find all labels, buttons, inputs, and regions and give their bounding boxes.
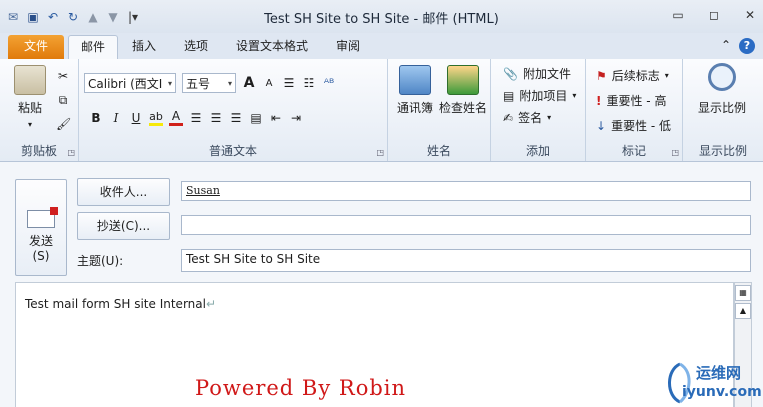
to-button[interactable]: 收件人... (77, 178, 170, 206)
minimize-icon[interactable]: ▭ (671, 8, 685, 22)
check-names-button[interactable]: 检查姓名 (438, 65, 488, 116)
grow-font-icon[interactable]: A (242, 75, 256, 91)
watermark-line1: 运维网 (696, 364, 742, 382)
group-clipboard: 粘贴 ▾ ✂ ⧉ 🖌 剪贴板 ◳ (0, 59, 79, 161)
low-importance-button[interactable]: ↓ 重要性 - 低 (596, 117, 671, 134)
to-field[interactable]: Susan (181, 181, 751, 201)
group-zoom: 显示比例 显示比例 (683, 59, 763, 161)
decrease-indent-icon[interactable]: ⇤ (269, 111, 283, 125)
paperclip-icon: 📎 (503, 66, 518, 81)
low-importance-icon: ↓ (596, 118, 607, 133)
underline-button[interactable]: U (129, 111, 143, 125)
send-icon (27, 207, 58, 228)
tab-format-text[interactable]: 设置文本格式 (236, 35, 308, 59)
group-label-clipboard: 剪贴板 (20, 144, 57, 158)
copy-icon[interactable]: ⧉ (56, 93, 70, 108)
group-label-basic-text: 普通文本 (208, 144, 257, 158)
window-title: Test SH Site to SH Site - 邮件 (HTML) (264, 12, 499, 27)
body-text: Test mail form SH site Internal↵ (25, 297, 217, 311)
justify-icon[interactable]: ▤ (249, 111, 263, 125)
ribbon-tabs: 文件 邮件 插入 选项 设置文本格式 审阅 ⌃ ? (0, 33, 763, 60)
attach-item-icon: ▤ (503, 88, 515, 103)
group-label-names: 姓名 (426, 144, 451, 158)
tab-options[interactable]: 选项 (184, 35, 208, 59)
send-button[interactable]: 发送 (S) (15, 179, 67, 276)
dialog-launcher-icon[interactable]: ◳ (671, 148, 679, 157)
tab-insert[interactable]: 插入 (132, 35, 156, 59)
bold-button[interactable]: B (89, 111, 103, 125)
cc-button[interactable]: 抄送(C)... (77, 212, 170, 240)
bullets-icon[interactable]: ☰ (282, 76, 296, 90)
tab-review[interactable]: 审阅 (336, 35, 360, 59)
close-icon[interactable]: ✕ (743, 8, 757, 22)
cc-field[interactable] (181, 215, 751, 235)
cut-icon[interactable]: ✂ (56, 69, 70, 83)
tab-mail[interactable]: 邮件 (68, 35, 118, 60)
maximize-icon[interactable]: ◻ (707, 8, 721, 22)
ruler-toggle-icon[interactable]: ▦ (735, 285, 751, 301)
flag-icon: ⚑ (596, 68, 607, 83)
align-center-icon[interactable]: ☰ (209, 111, 223, 125)
shrink-font-icon[interactable]: A (262, 78, 276, 89)
format-painter-icon[interactable]: 🖌 (56, 117, 71, 131)
group-label-zoom: 显示比例 (698, 144, 747, 158)
ribbon: 粘贴 ▾ ✂ ⧉ 🖌 剪贴板 ◳ Calibri (西文I ▾ 五号 ▾ A A ☰ … (0, 59, 763, 162)
ribbon-collapse-icon[interactable]: ⌃ (721, 38, 731, 54)
title-bar: ✉ ▣ ↶ ↻ ▲ ▼ |▾ Test SH Site to SH Site -… (0, 0, 763, 34)
group-add: 📎 附加文件 ▤ 附加项目 ▾ ✍ 签名 ▾ 添加 (491, 59, 586, 161)
group-label-add: 添加 (525, 144, 550, 158)
paste-button[interactable]: 粘贴 ▾ (8, 65, 52, 130)
group-basic-text: Calibri (西文I ▾ 五号 ▾ A A ☰ ☷ ᴬᴮ B I U ab A … (79, 59, 388, 161)
attach-file-button[interactable]: 📎 附加文件 (503, 65, 571, 82)
subject-field[interactable]: Test SH Site to SH Site (181, 249, 751, 272)
subject-label: 主题(U): (77, 254, 124, 268)
help-icon[interactable]: ? (739, 38, 755, 54)
high-importance-button[interactable]: ! 重要性 - 高 (596, 92, 666, 109)
font-color-icon[interactable]: A (169, 109, 183, 126)
signature-icon: ✍ (503, 110, 514, 125)
clear-format-icon[interactable]: ᴬᴮ (322, 76, 336, 90)
scroll-up-icon[interactable]: ▲ (735, 303, 751, 319)
align-right-icon[interactable]: ☰ (229, 111, 243, 125)
overlay-text: Powered By Robin (195, 376, 407, 400)
group-tags: ⚑ 后续标志 ▾ ! 重要性 - 高 ↓ 重要性 - 低 标记 ◳ (586, 59, 683, 161)
group-label-tags: 标记 (621, 144, 646, 158)
follow-up-button[interactable]: ⚑ 后续标志 ▾ (596, 67, 669, 84)
paragraph-mark-icon: ↵ (205, 297, 217, 311)
group-names: 通讯簿 检查姓名 姓名 (388, 59, 491, 161)
signature-button[interactable]: ✍ 签名 ▾ (503, 109, 551, 126)
zoom-button[interactable]: 显示比例 (687, 63, 757, 116)
address-book-icon (399, 65, 431, 95)
font-name-combo[interactable]: Calibri (西文I ▾ (84, 73, 176, 93)
magnifier-icon (708, 63, 736, 91)
italic-button[interactable]: I (109, 111, 123, 125)
numbering-icon[interactable]: ☷ (302, 76, 316, 90)
font-size-combo[interactable]: 五号 ▾ (182, 73, 236, 93)
check-names-icon (447, 65, 479, 95)
highlight-icon[interactable]: ab (149, 110, 163, 126)
dialog-launcher-icon[interactable]: ◳ (376, 148, 384, 157)
align-left-icon[interactable]: ☰ (189, 111, 203, 125)
dialog-launcher-icon[interactable]: ◳ (67, 148, 75, 157)
watermark-line2: iyunv.com (682, 384, 762, 400)
attach-item-button[interactable]: ▤ 附加项目 ▾ (503, 87, 576, 104)
paste-icon (14, 65, 46, 95)
increase-indent-icon[interactable]: ⇥ (289, 111, 303, 125)
high-importance-icon: ! (596, 93, 602, 108)
address-book-button[interactable]: 通讯簿 (392, 65, 438, 116)
tab-file[interactable]: 文件 (8, 35, 64, 59)
